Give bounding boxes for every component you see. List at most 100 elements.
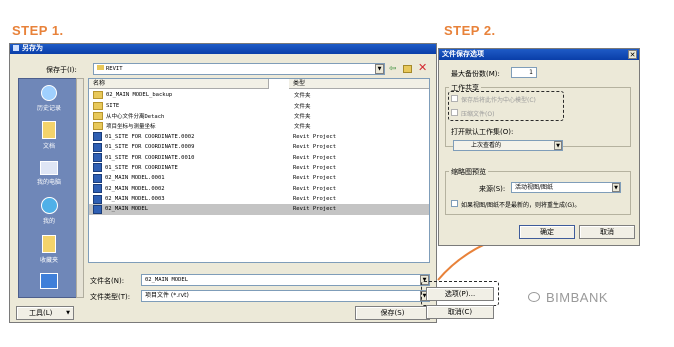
file-row[interactable]: 01_SITE FOR COORDINATE.0010 Revit Project [89, 152, 429, 163]
places-bar: 历史记录 文档 我的电脑 我的 收藏夹 [18, 78, 78, 298]
options-title-bar: 文件保存选项 [439, 49, 639, 60]
file-name: 项目坐标与测量坐标 [106, 124, 156, 131]
worksharing-highlight [448, 91, 564, 121]
file-type: Revit Project [293, 144, 337, 151]
file-save-options-dialog: 文件保存选项 ✕ 最大备份数(M): 1 工作共享 保存后将此作为中心模型(C)… [438, 48, 640, 246]
up-folder-icon[interactable] [403, 65, 412, 73]
place-history[interactable]: 历史记录 [25, 85, 73, 112]
ok-button[interactable]: 确定 [519, 225, 575, 239]
place-documents[interactable]: 文档 [25, 121, 73, 150]
file-type: 文件夹 [294, 103, 311, 110]
file-type: 文件夹 [294, 124, 311, 131]
file-row[interactable]: 02_MAIN MODEL.0001 Revit Project [89, 173, 429, 183]
max-backups-label: 最大备份数(M): [451, 70, 500, 78]
dialog-title: 另存为 [22, 44, 43, 52]
places-scrollbar[interactable] [76, 78, 84, 298]
chevron-down-icon[interactable]: ▼ [375, 64, 384, 74]
file-name: 从中心文件分离Detach [106, 113, 165, 120]
folder-icon [93, 91, 103, 100]
place-desktop[interactable] [25, 273, 73, 291]
file-list: 名称 类型 02_MAIN MODEL_backup 文件夹 SITE 文件夹 从中心文… [88, 78, 430, 263]
file-name: 01_SITE FOR COORDINATE.0002 [105, 133, 195, 140]
filetype-dropdown[interactable]: 项目文件 (*.rvt) [141, 290, 430, 302]
chevron-down-icon[interactable]: ▼ [612, 183, 620, 192]
file-type: Revit Project [293, 175, 337, 182]
file-row[interactable]: 01_SITE FOR COORDINATE.0002 Revit Project [89, 132, 429, 142]
file-row[interactable]: 01_SITE FOR COORDINATE.0009 Revit Project [89, 142, 429, 152]
column-header-type[interactable]: 类型 [289, 79, 429, 89]
file-type: Revit Project [293, 133, 337, 140]
rvt-file-icon [93, 204, 102, 214]
file-name: 02_MAIN MODEL_backup [106, 92, 173, 99]
thumbnail-group-label: 缩略图预览 [449, 167, 488, 177]
file-row[interactable]: 项目坐标与测量坐标 文件夹 [89, 121, 429, 131]
filename-input[interactable]: 02_MAIN MODEL [141, 274, 430, 286]
file-name: 02_MAIN MODEL.0003 [105, 196, 165, 203]
close-icon[interactable]: ✕ [628, 50, 637, 59]
watermark: BIMBANK [546, 290, 609, 305]
step2-label: STEP 2. [444, 23, 496, 38]
save-as-dialog: 另存为 保存于(I): REVIT ▼ ⇦ ✕ 历史记录 文档 我的电脑 我的 … [9, 43, 437, 323]
file-type: 文件夹 [294, 93, 311, 100]
rvt-file-icon [93, 173, 102, 183]
folder-icon [93, 101, 103, 110]
file-name: 02_MAIN MODEL.0002 [105, 185, 165, 192]
file-name: 01_SITE FOR COORDINATE [105, 164, 178, 171]
max-backups-input[interactable]: 1 [511, 67, 537, 78]
file-rows: 02_MAIN MODEL_backup 文件夹 SITE 文件夹 从中心文件分离Det… [89, 90, 429, 215]
file-row[interactable]: SITE 文件夹 [89, 100, 429, 110]
save-in-label: 保存于(I): [46, 66, 77, 74]
rvt-file-icon [93, 163, 102, 173]
filename-label: 文件名(N): [90, 277, 125, 285]
file-name: 01_SITE FOR COORDINATE.0009 [105, 144, 195, 151]
file-row[interactable]: 02_MAIN MODEL.0002 Revit Project [89, 184, 429, 194]
delete-icon[interactable]: ✕ [418, 62, 428, 74]
options-cancel-button[interactable]: 取消 [579, 225, 635, 239]
open-workset-label: 打开默认工作集(O): [451, 128, 514, 136]
desktop-icon [40, 273, 58, 289]
open-workset-dropdown[interactable]: 上次查看的 [453, 140, 563, 151]
source-label: 来源(S): [479, 185, 506, 193]
file-type: Revit Project [293, 196, 337, 203]
revit-logo-icon [13, 45, 19, 51]
options-highlight [421, 281, 499, 306]
computer-icon [40, 161, 58, 175]
documents-icon [42, 121, 56, 139]
file-type: Revit Project [293, 154, 337, 161]
file-type: Revit Project [293, 164, 337, 171]
column-header-name[interactable]: 名称 [89, 79, 269, 89]
regenerate-checkbox[interactable] [451, 200, 458, 207]
file-type: Revit Project [293, 206, 337, 213]
file-row[interactable]: 从中心文件分离Detach 文件夹 [89, 111, 429, 121]
file-row[interactable]: 02_MAIN MODEL.0003 Revit Project [89, 194, 429, 204]
folder-icon [93, 111, 103, 120]
folder-icon [93, 122, 103, 131]
regenerate-label: 如果视图/图纸不是最新的，则将重生成(G)。 [461, 202, 581, 209]
options-dialog-title: 文件保存选项 [442, 50, 484, 58]
file-type: Revit Project [293, 185, 337, 192]
rvt-file-icon [93, 132, 102, 142]
cancel-button[interactable]: 取消(C) [426, 305, 494, 319]
rvt-file-icon [93, 142, 102, 152]
wechat-icon [528, 292, 540, 302]
file-row[interactable]: 02_MAIN MODEL Revit Project [89, 204, 429, 215]
place-my-network[interactable]: 我的 [25, 197, 73, 225]
back-icon[interactable]: ⇦ [389, 64, 399, 74]
history-icon [41, 85, 57, 101]
file-name: 01_SITE FOR COORDINATE.0010 [105, 154, 195, 161]
file-row[interactable]: 02_MAIN MODEL_backup 文件夹 [89, 90, 429, 100]
rvt-file-icon [93, 153, 102, 163]
rvt-file-icon [93, 184, 102, 194]
save-button[interactable]: 保存(S) [355, 306, 430, 320]
chevron-down-icon[interactable]: ▼ [554, 141, 562, 150]
favorites-icon [42, 235, 56, 253]
place-favorites[interactable]: 收藏夹 [25, 235, 73, 264]
file-name: SITE [106, 102, 120, 109]
save-in-dropdown[interactable]: REVIT [93, 63, 385, 75]
file-name: 02_MAIN MODEL [105, 206, 149, 213]
rvt-file-icon [93, 194, 102, 204]
source-dropdown[interactable]: 活动视图/图纸 [511, 182, 621, 193]
tools-button[interactable]: 工具(L) ▼ [16, 306, 74, 320]
file-row[interactable]: 01_SITE FOR COORDINATE Revit Project [89, 163, 429, 173]
place-my-computer[interactable]: 我的电脑 [25, 161, 73, 186]
